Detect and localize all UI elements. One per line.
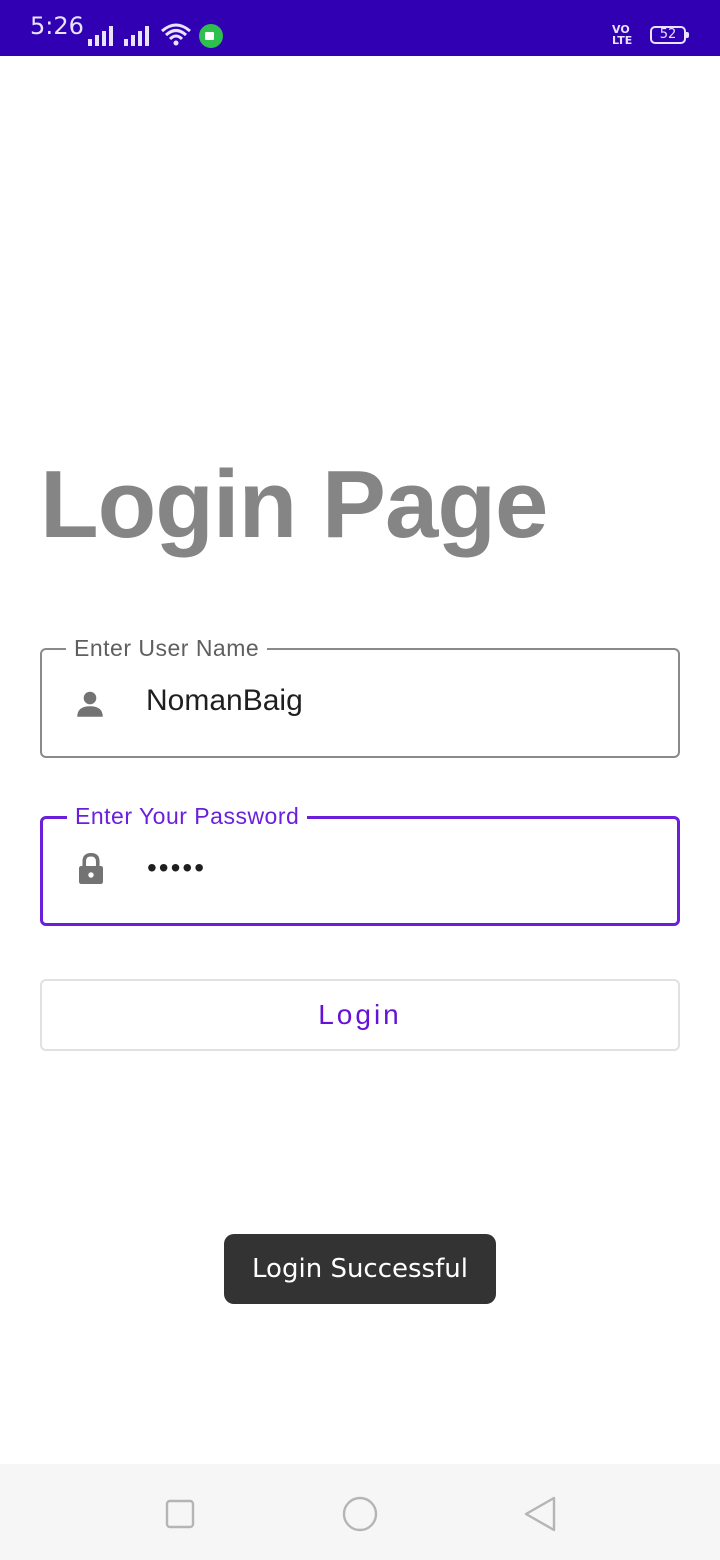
lock-icon [79, 852, 103, 884]
battery-icon: 52 [650, 26, 689, 44]
person-icon [77, 691, 103, 717]
username-label: Enter User Name [66, 633, 268, 663]
toast-message: Login Successful [224, 1234, 496, 1304]
login-button[interactable]: Login [40, 979, 680, 1051]
status-bar: 5:26 VO LTE 52 [0, 0, 720, 56]
password-field[interactable]: Enter Your Password ••••• [40, 801, 680, 926]
password-label: Enter Your Password [67, 801, 308, 831]
status-time: 5:26 [30, 12, 84, 40]
recents-icon[interactable] [160, 1494, 200, 1534]
back-icon[interactable] [520, 1494, 560, 1534]
signal-icon [88, 24, 113, 46]
home-icon[interactable] [340, 1494, 380, 1534]
wifi-icon [161, 23, 191, 46]
username-field[interactable]: Enter User Name NomanBaig [40, 633, 680, 758]
video-call-icon [199, 24, 223, 48]
signal-icon [124, 24, 149, 46]
navigation-bar [0, 1464, 720, 1560]
page-title: Login Page [40, 451, 548, 558]
username-input[interactable]: NomanBaig [146, 684, 303, 718]
volte-indicator: VO LTE [612, 23, 633, 47]
password-input[interactable]: ••••• [147, 852, 206, 884]
